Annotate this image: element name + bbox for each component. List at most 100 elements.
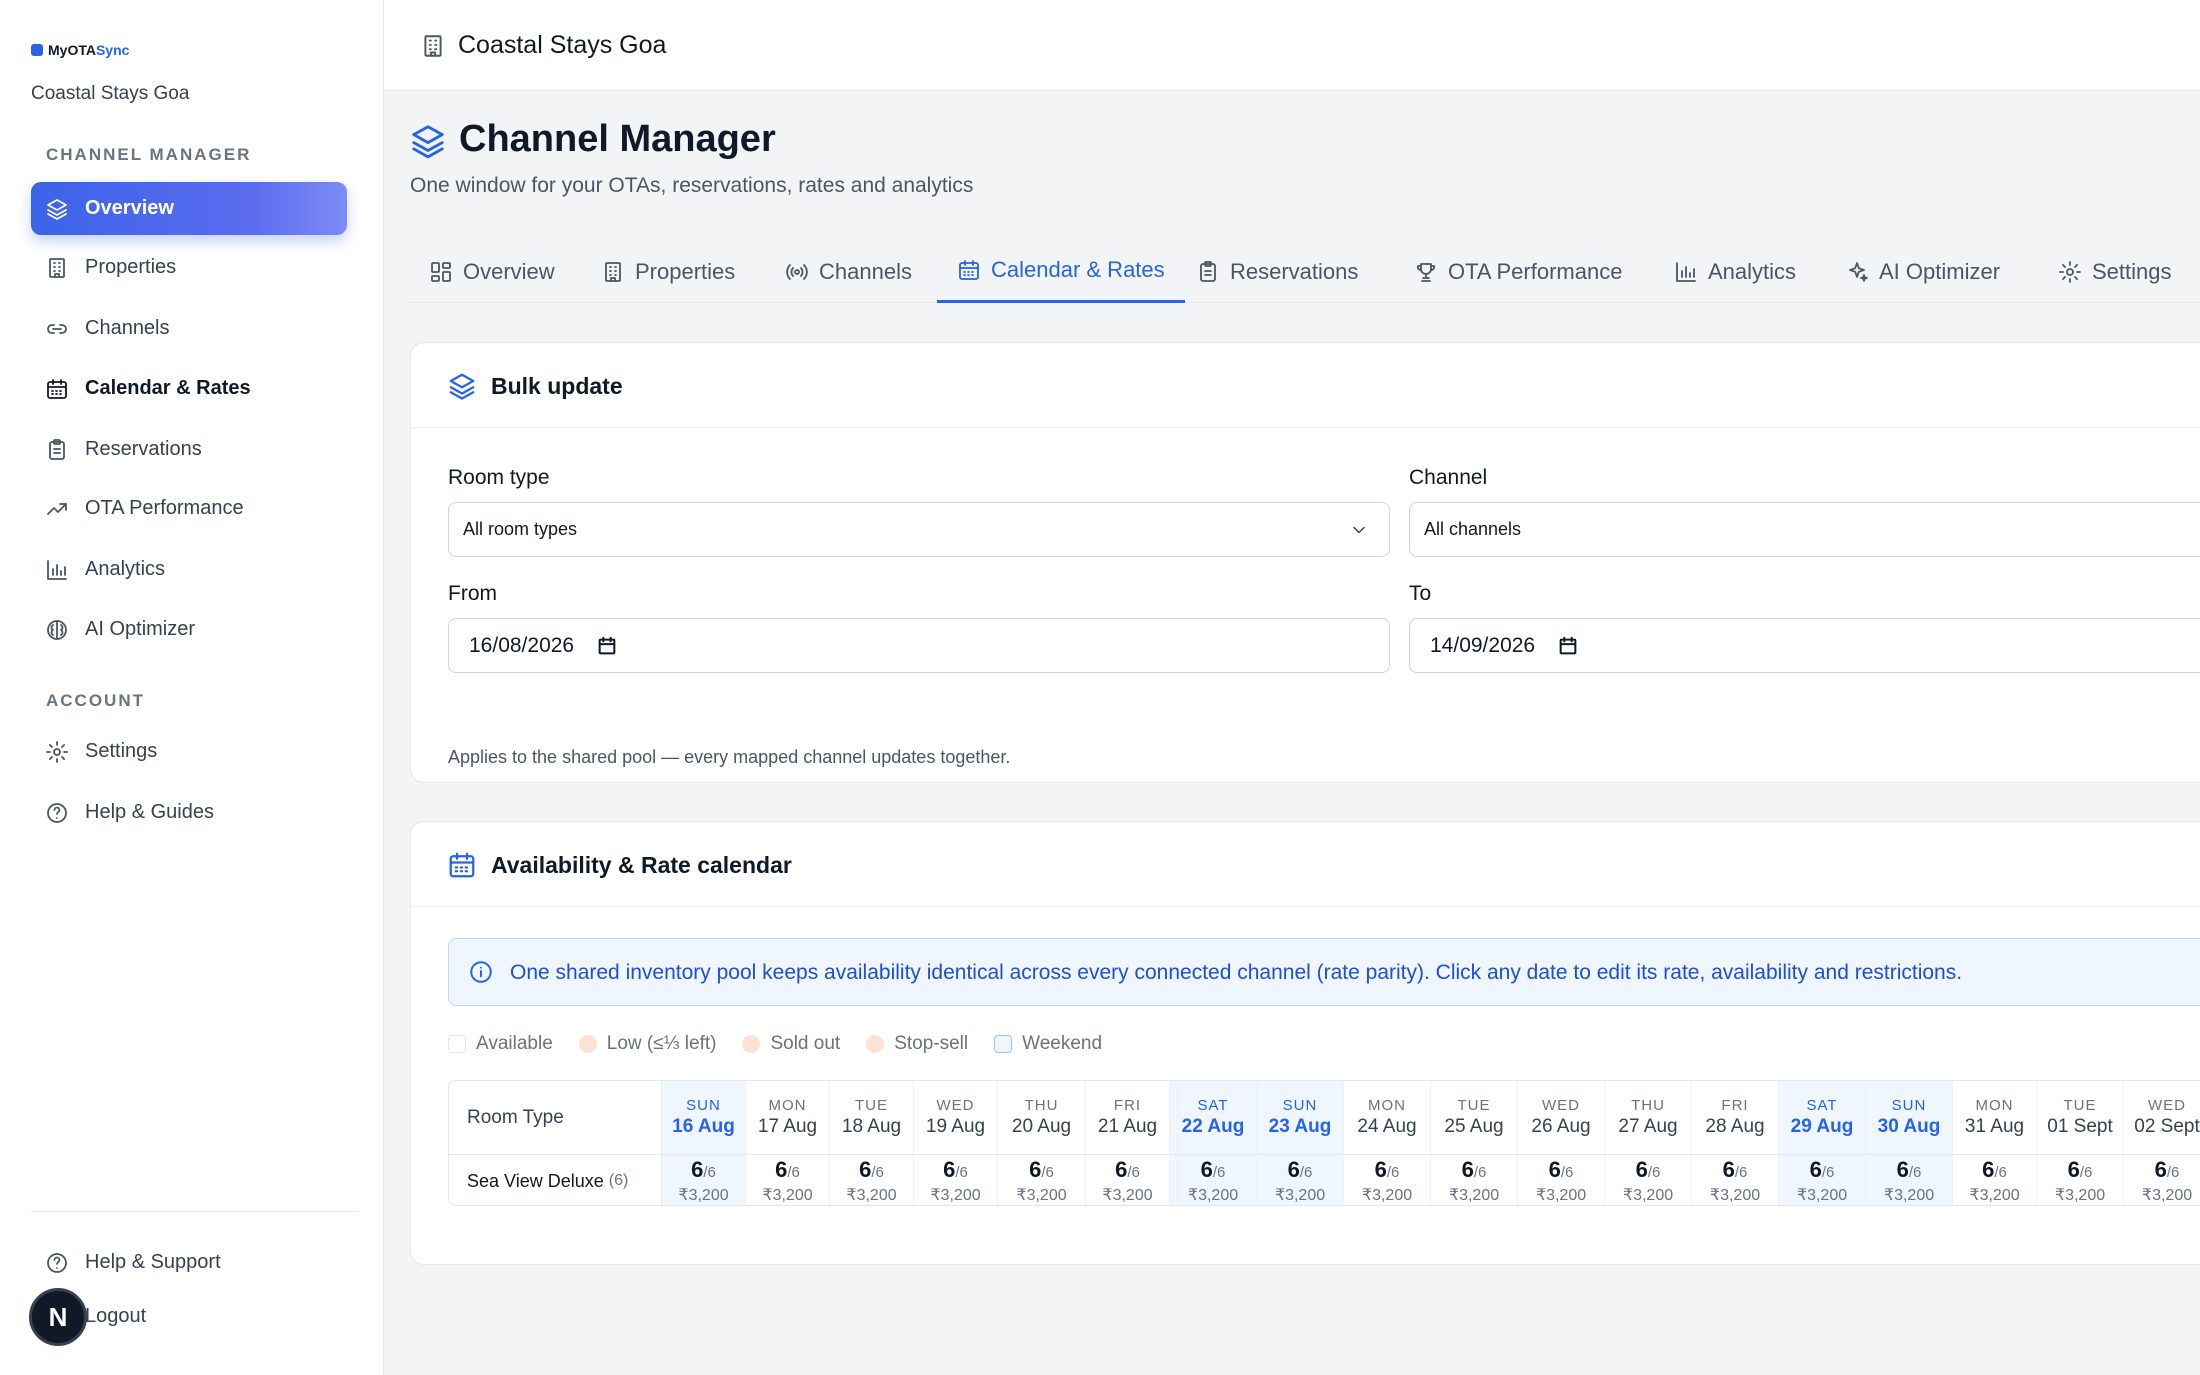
nav-section-account: ACCOUNT [46,691,145,710]
brand-mark-icon [31,44,43,56]
gear-icon [2058,260,2082,284]
availability-left: 6 [1115,1157,1128,1182]
calendar-day-cell[interactable]: 6/6 ₹3,200 [1866,1155,1953,1205]
availability-left: 6 [2154,1157,2167,1182]
calendar-icon[interactable] [596,635,618,657]
card-title: Availability & Rate calendar [491,852,792,878]
calendar-icon [957,258,981,282]
availability-total: /6 [1647,1164,1661,1181]
calendar-day-cell[interactable]: 6/6 ₹3,200 [1257,1155,1344,1205]
calendar-day-cell[interactable]: 6/6 ₹3,200 [1692,1155,1779,1205]
tab-ota-performance[interactable]: OTA Performance [1394,240,1642,303]
day-rate: ₹3,200 [1535,1187,1587,1204]
legend-swatch [994,1035,1013,1053]
from-date-input[interactable]: 16/08/2026 [448,618,1390,673]
bar-chart-icon [1674,260,1698,284]
calendar-day-header: SUN 23 Aug [1257,1081,1344,1155]
channel-select[interactable]: All channels [1409,502,2200,557]
calendar-day-cell[interactable]: 6/6 ₹3,200 [1086,1155,1170,1205]
day-rate: ₹3,200 [1361,1187,1413,1204]
availability-left: 6 [1809,1157,1822,1182]
sidebar-item-help-guides[interactable]: Help & Guides [31,786,347,839]
calendar-day-header: FRI 21 Aug [1086,1081,1170,1155]
info-banner: One shared inventory pool keeps availabi… [448,938,2200,1006]
availability-left: 6 [1374,1157,1387,1182]
sidebar-item-reservations[interactable]: Reservations [31,423,347,476]
sidebar-item-analytics[interactable]: Analytics [31,543,347,596]
calendar-day-cell[interactable]: 6/6 ₹3,200 [1431,1155,1518,1205]
info-icon [468,959,494,985]
sidebar-item-ai-optimizer[interactable]: AI Optimizer [31,603,347,656]
availability-total: /6 [1994,1164,2007,1181]
calendar-day-header: FRI 28 Aug [1692,1081,1779,1155]
room-type-value: All room types [463,519,578,539]
calendar-day-cell[interactable]: 6/6 ₹3,200 [662,1155,746,1205]
legend-swatch [742,1035,761,1053]
calendar-day-cell[interactable]: 6/6 ₹3,200 [1344,1155,1431,1205]
to-date-input[interactable]: 14/09/2026 [1409,618,2200,673]
sidebar-item-overview[interactable]: Overview [31,182,347,235]
sidebar-item-label: Properties [85,256,177,278]
availability-total: /6 [2166,1164,2180,1181]
availability-count: 6/6 [859,1157,884,1183]
room-type-select[interactable]: All room types [448,502,1390,557]
sidebar-item-label: Reservations [85,438,202,460]
calendar-day-cell[interactable]: 6/6 ₹3,200 [746,1155,830,1205]
calendar-day-cell[interactable]: 6/6 ₹3,200 [1170,1155,1257,1205]
day-date: 30 Aug [1877,1116,1941,1137]
day-of-week: TUE [855,1097,888,1114]
sidebar-item-ota-performance[interactable]: OTA Performance [31,482,347,535]
availability-left: 6 [1200,1157,1213,1182]
sidebar-item-channels[interactable]: Channels [31,302,347,355]
availability-left: 6 [1722,1157,1735,1182]
tab-ai-optimizer[interactable]: AI Optimizer [1825,240,2020,303]
day-date: 20 Aug [1011,1116,1072,1137]
day-rate: ₹3,200 [762,1187,813,1204]
info-text: One shared inventory pool keeps availabi… [510,961,1963,984]
sidebar-item-help-support[interactable]: Help & Support [31,1236,347,1289]
day-of-week: TUE [2063,1097,2097,1114]
calendar-day-cell[interactable]: 6/6 ₹3,200 [1518,1155,1605,1205]
calendar-day-cell[interactable]: 6/6 ₹3,200 [914,1155,998,1205]
tab-settings[interactable]: Settings [2038,240,2192,303]
day-rate: ₹3,200 [1796,1187,1848,1204]
brand-logo[interactable]: MyOTA Sync [31,42,129,58]
room-row-header[interactable]: Sea View Deluxe (6) [449,1155,662,1205]
availability-count: 6/6 [775,1157,800,1183]
brain-icon [45,618,69,642]
tab-reservations[interactable]: Reservations [1176,240,1378,303]
calendar-day-header: SAT 29 Aug [1779,1081,1866,1155]
day-date: 28 Aug [1705,1116,1765,1137]
calendar-day-cell[interactable]: 6/6 ₹3,200 [1605,1155,1692,1205]
calendar-day-cell[interactable]: 6/6 ₹3,200 [2124,1155,2200,1205]
card-title: Bulk update [491,373,623,399]
availability-count: 6/6 [943,1157,968,1183]
availability-count: 6/6 [1549,1157,1574,1183]
tab-calendar-rates[interactable]: Calendar & Rates [937,240,1185,303]
day-rate: ₹3,200 [1102,1187,1153,1204]
day-rate: ₹3,200 [1274,1187,1326,1204]
tab-properties[interactable]: Properties [581,240,755,303]
sidebar-item-settings[interactable]: Settings [31,725,347,778]
tab-label: Channels [819,258,912,284]
availability-count: 6/6 [1462,1157,1487,1183]
day-rate: ₹3,200 [1187,1187,1239,1204]
calendar-icon[interactable] [1557,635,1579,657]
tab-overview[interactable]: Overview [409,240,575,303]
calendar-day-cell[interactable]: 6/6 ₹3,200 [830,1155,914,1205]
sidebar-item-properties[interactable]: Properties [31,241,347,294]
calendar-day-cell[interactable]: 6/6 ₹3,200 [1953,1155,2037,1205]
availability-count: 6/6 [1636,1157,1661,1183]
day-of-week: SUN [1282,1097,1318,1114]
day-rate: ₹3,200 [1016,1187,1067,1204]
trending-up-icon [45,497,69,521]
sidebar-item-calendar-rates[interactable]: Calendar & Rates [31,362,347,415]
calendar-day-cell[interactable]: 6/6 ₹3,200 [998,1155,1086,1205]
avatar[interactable]: N [29,1288,87,1346]
calendar-day-cell[interactable]: 6/6 ₹3,200 [1779,1155,1866,1205]
tab-label: OTA Performance [1448,258,1623,284]
sidebar-item-label: Logout [85,1305,147,1327]
calendar-day-cell[interactable]: 6/6 ₹3,200 [2037,1155,2124,1205]
tab-channels[interactable]: Channels [765,240,932,303]
tab-analytics[interactable]: Analytics [1654,240,1816,303]
